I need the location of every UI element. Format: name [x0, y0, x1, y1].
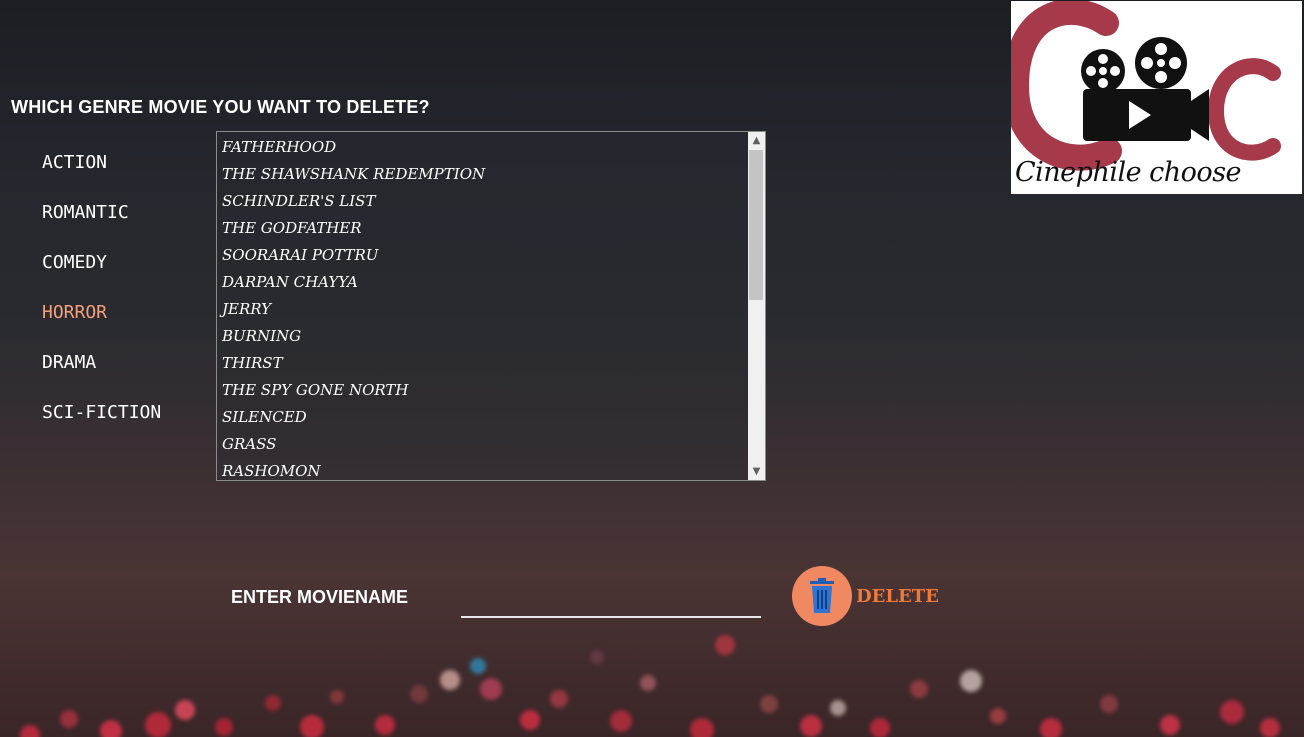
bokeh-light	[960, 670, 982, 692]
movie-list-item[interactable]: BURNING	[222, 323, 765, 350]
movie-list-item[interactable]: JERRY	[222, 296, 765, 323]
scroll-down-arrow-icon[interactable]: ▼	[748, 463, 765, 480]
bokeh-light	[480, 678, 502, 700]
genre-item-sci-fiction[interactable]: SCI-FICTION	[42, 402, 161, 452]
bokeh-light	[990, 708, 1006, 724]
bokeh-light	[215, 718, 233, 736]
delete-button[interactable]: DELETE	[792, 566, 939, 626]
delete-label: DELETE	[856, 585, 939, 607]
trash-icon[interactable]	[792, 566, 852, 626]
logo: Cinephile choose	[1011, 1, 1302, 194]
bokeh-light	[800, 715, 822, 737]
scrollbar[interactable]: ▲ ▼	[748, 132, 765, 480]
scroll-thumb[interactable]	[749, 150, 763, 300]
bokeh-light	[1100, 695, 1118, 713]
bokeh-light	[100, 720, 122, 737]
bokeh-light	[1260, 718, 1280, 737]
movie-list-item[interactable]: SCHINDLER'S LIST	[222, 188, 765, 215]
movie-listbox[interactable]: FATHERHOOD THE SHAWSHANK REDEMPTION SCHIND…	[216, 131, 766, 481]
bokeh-light	[550, 690, 568, 708]
bokeh-light	[175, 700, 195, 720]
logo-text: Cinephile choose	[1015, 157, 1242, 188]
bokeh-light	[690, 718, 714, 737]
bokeh-lights-background	[0, 600, 1304, 737]
bokeh-light	[440, 670, 460, 690]
bokeh-light	[910, 680, 928, 698]
movie-list-item[interactable]: DARPAN CHAYYA	[222, 269, 765, 296]
bokeh-light	[60, 710, 78, 728]
scroll-up-arrow-icon[interactable]: ▲	[748, 132, 765, 149]
bokeh-light	[640, 675, 656, 691]
bokeh-light	[610, 710, 632, 732]
movie-name-input[interactable]	[461, 580, 761, 618]
bokeh-light	[760, 695, 778, 713]
movie-list-item[interactable]: THE GODFATHER	[222, 215, 765, 242]
bokeh-light	[375, 715, 395, 735]
genre-menu: ACTION ROMANTIC COMEDY HORROR DRAMA SCI-…	[42, 152, 161, 452]
page-title: WHICH GENRE MOVIE YOU WANT TO DELETE?	[11, 97, 430, 117]
movie-list-item[interactable]: THIRST	[222, 350, 765, 377]
bokeh-light	[1220, 700, 1244, 724]
movie-list-item[interactable]: THE SPY GONE NORTH	[222, 377, 765, 404]
movie-list: FATHERHOOD THE SHAWSHANK REDEMPTION SCHIND…	[217, 132, 765, 480]
bokeh-light	[265, 695, 281, 711]
bokeh-light	[520, 710, 540, 730]
movie-list-item[interactable]: SILENCED	[222, 404, 765, 431]
bokeh-light	[715, 635, 735, 655]
genre-item-comedy[interactable]: COMEDY	[42, 252, 161, 302]
bokeh-light	[20, 725, 40, 737]
bokeh-light	[300, 715, 324, 737]
movie-name-label: ENTER MOVIENAME	[231, 587, 409, 607]
genre-item-action[interactable]: ACTION	[42, 152, 161, 202]
movie-list-item[interactable]: FATHERHOOD	[222, 134, 765, 161]
bokeh-light	[145, 712, 171, 737]
bokeh-light	[410, 685, 428, 703]
genre-item-horror[interactable]: HORROR	[42, 302, 161, 352]
bokeh-light	[830, 700, 846, 716]
bokeh-light	[1160, 715, 1180, 735]
movie-list-item[interactable]: RASHOMON	[222, 458, 765, 480]
bokeh-light	[470, 658, 486, 674]
movie-list-item[interactable]: SOORARAI POTTRU	[222, 242, 765, 269]
movie-list-item[interactable]: THE SHAWSHANK REDEMPTION	[222, 161, 765, 188]
movie-list-item[interactable]: GRASS	[222, 431, 765, 458]
bokeh-light	[590, 650, 604, 664]
genre-item-romantic[interactable]: ROMANTIC	[42, 202, 161, 252]
bokeh-light	[870, 718, 890, 737]
bokeh-light	[330, 690, 344, 704]
bokeh-light	[1040, 718, 1062, 737]
genre-item-drama[interactable]: DRAMA	[42, 352, 161, 402]
